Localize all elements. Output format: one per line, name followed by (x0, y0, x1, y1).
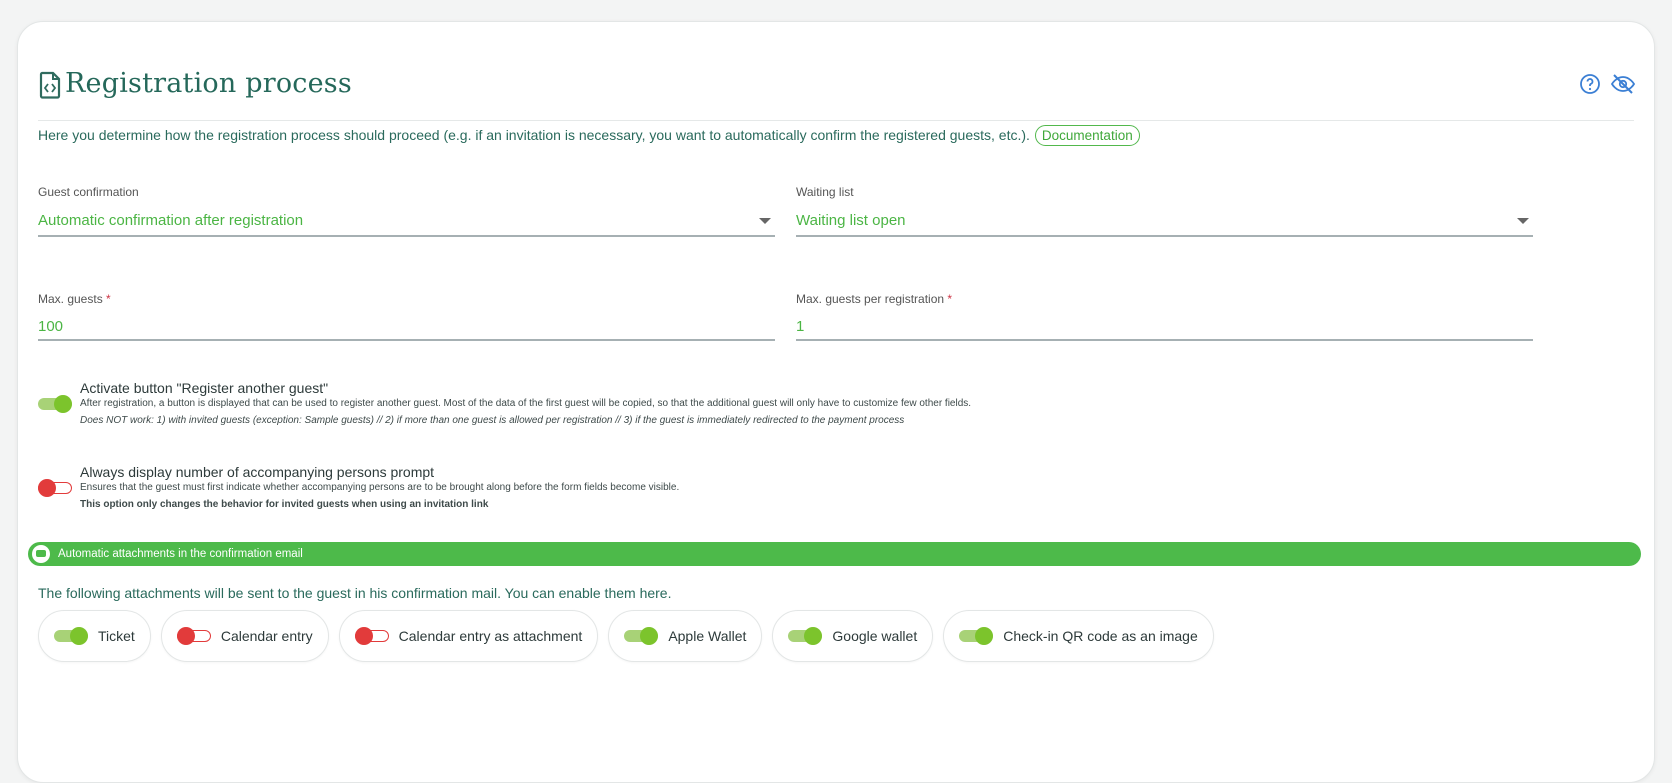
guest-confirmation-value: Automatic confirmation after registratio… (38, 212, 304, 229)
guest-confirmation-select[interactable]: Guest confirmation Automatic confirmatio… (38, 185, 775, 237)
attachment-label: Apple Wallet (668, 628, 747, 644)
eye-off-icon[interactable] (1610, 72, 1636, 96)
google-wallet-toggle[interactable] (788, 627, 823, 645)
chevron-down-icon (759, 218, 771, 224)
register-another-toggle[interactable] (38, 395, 72, 413)
attachment-options: Ticket Calendar entry Calendar entry as … (38, 610, 1214, 662)
attachments-intro: The following attachments will be sent t… (38, 585, 672, 601)
registration-card: Registration process Here you determine … (17, 21, 1655, 783)
intro-text: Here you determine how the registration … (38, 120, 1140, 150)
attachment-ticket[interactable]: Ticket (38, 610, 151, 662)
max-guests-per-registration-value: 1 (796, 318, 805, 335)
accompanying-persons-note: This option only changes the behavior fo… (80, 499, 489, 510)
accompanying-persons-toggle[interactable] (38, 479, 72, 497)
max-guests-label: Max. guests * (38, 292, 111, 306)
attachment-label: Calendar entry as attachment (398, 628, 583, 644)
card-header: Registration process (38, 50, 1636, 121)
accompanying-persons-desc: Ensures that the guest must first indica… (80, 482, 680, 493)
attachment-checkin-qr[interactable]: Check-in QR code as an image (943, 610, 1214, 662)
attachment-calendar-file[interactable]: Calendar entry as attachment (338, 610, 599, 662)
register-another-desc: After registration, a button is displaye… (80, 398, 972, 409)
waiting-list-label: Waiting list (796, 185, 854, 199)
attachment-calendar-entry[interactable]: Calendar entry (160, 610, 329, 662)
calendar-entry-toggle[interactable] (176, 627, 211, 645)
apple-wallet-toggle[interactable] (624, 627, 659, 645)
ticket-toggle[interactable] (54, 627, 88, 645)
accompanying-persons-title: Always display number of accompanying pe… (80, 464, 435, 480)
file-code-icon (39, 71, 61, 99)
help-circle-icon[interactable] (1578, 72, 1602, 96)
documentation-link[interactable]: Documentation (1034, 124, 1140, 146)
waiting-list-select[interactable]: Waiting list Waiting list open (796, 185, 1533, 237)
waiting-list-value: Waiting list open (796, 212, 906, 229)
max-guests-field[interactable]: Max. guests * 100 (38, 292, 775, 342)
register-another-title: Activate button "Register another guest" (80, 380, 329, 396)
chevron-down-icon (1517, 218, 1529, 224)
calendar-attachment-toggle[interactable] (354, 627, 389, 645)
max-guests-value: 100 (38, 318, 64, 335)
attachments-banner: Automatic attachments in the confirmatio… (28, 542, 1641, 566)
ticket-icon (32, 545, 50, 563)
attachments-banner-label: Automatic attachments in the confirmatio… (58, 548, 303, 560)
attachment-label: Check-in QR code as an image (1003, 628, 1198, 644)
guest-confirmation-label: Guest confirmation (38, 185, 139, 199)
max-guests-per-registration-field[interactable]: Max. guests per registration * 1 (796, 292, 1533, 342)
attachment-label: Google wallet (832, 628, 918, 644)
attachment-label: Ticket (98, 628, 135, 644)
register-another-note: Does NOT work: 1) with invited guests (e… (80, 415, 905, 426)
attachment-apple-wallet[interactable]: Apple Wallet (608, 610, 763, 662)
intro-description: Here you determine how the registration … (38, 127, 1030, 143)
checkin-qr-toggle[interactable] (959, 627, 994, 645)
attachment-google-wallet[interactable]: Google wallet (772, 610, 934, 662)
attachment-label: Calendar entry (220, 628, 313, 644)
max-guests-per-registration-label: Max. guests per registration * (796, 292, 953, 306)
page-title: Registration process (65, 68, 352, 99)
